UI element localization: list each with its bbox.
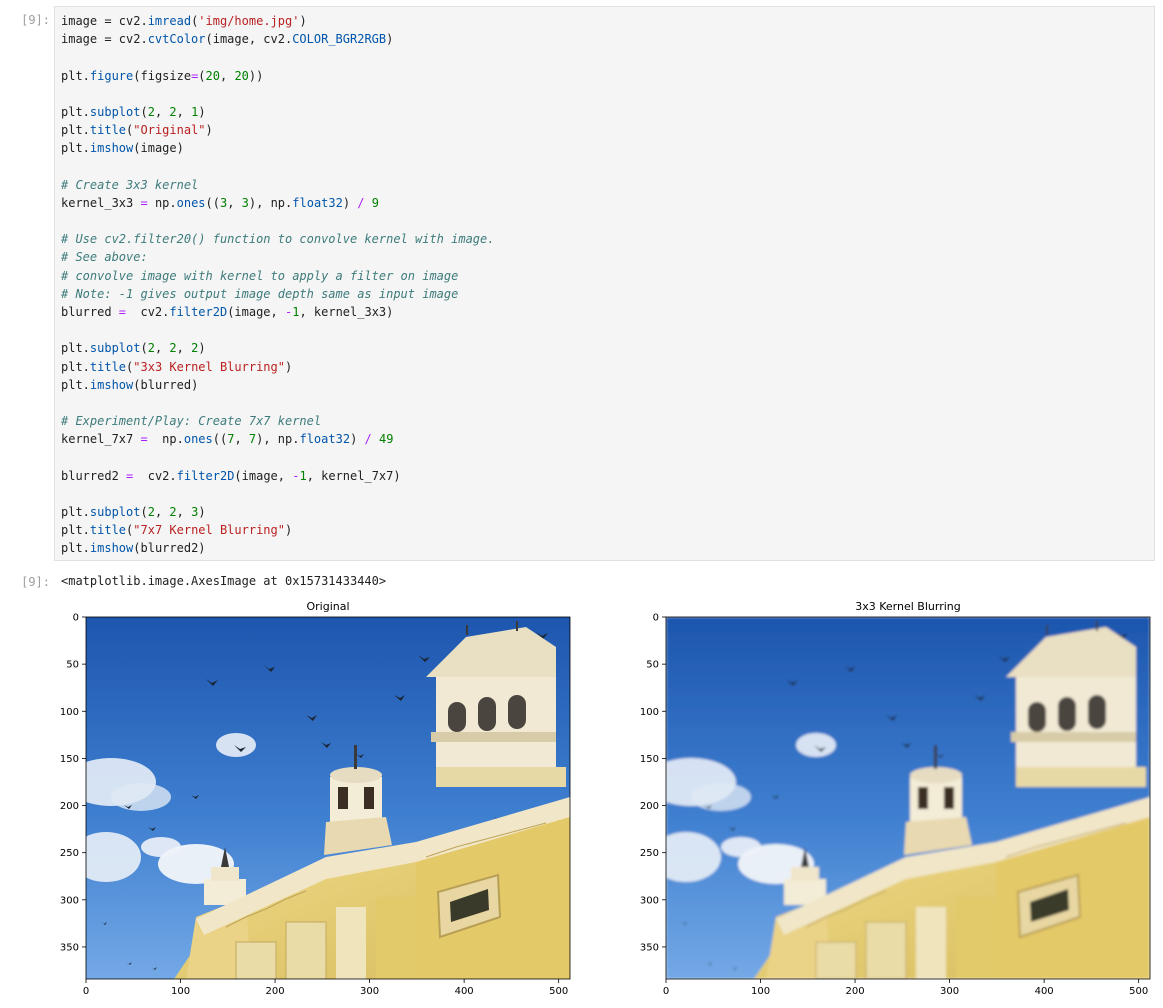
code-line: image = cv2.cvtColor(image, cv2.COLOR_BG… <box>61 32 394 47</box>
y-tick-label: 150 <box>60 754 79 765</box>
y-tick-label: 100 <box>60 707 79 718</box>
axes-0: 0 100 200 300 400 500 0 50 100 150 200 250 300 350 <box>60 613 571 997</box>
y-tick-label: 50 <box>646 660 659 671</box>
y-tick-label: 250 <box>640 848 659 859</box>
photo-image <box>666 617 1150 979</box>
code-line: # convolve image with kernel to apply a … <box>61 268 459 283</box>
code-line: plt.subplot(2, 2, 3) <box>61 505 206 520</box>
code-line: image = cv2.imread('img/home.jpg') <box>61 14 307 28</box>
y-tick-label: 350 <box>60 942 79 953</box>
code-line: plt.figure(figsize=(20, 20)) <box>61 68 264 83</box>
y-tick-label: 200 <box>640 801 659 812</box>
y-tick-label: 200 <box>60 801 79 812</box>
x-tick-label: 100 <box>751 986 770 997</box>
x-tick-label: 300 <box>940 986 959 997</box>
x-tick-label: 200 <box>846 986 865 997</box>
input-prompt: [9]: <box>21 13 50 27</box>
code-line: blurred = cv2.filter2D(image, -1, kernel… <box>61 305 394 319</box>
code-line: kernel_3x3 = np.ones((3, 3), np.float32)… <box>61 195 379 210</box>
code-line: plt.title("Original") <box>61 123 213 138</box>
code-line: kernel_7x7 = np.ones((7, 7), np.float32)… <box>61 432 394 447</box>
code-line: plt.subplot(2, 2, 2) <box>61 341 206 356</box>
code-line: # Note: -1 gives output image depth same… <box>61 286 459 301</box>
y-tick-label: 300 <box>60 895 79 906</box>
x-tick-label: 0 <box>663 986 669 997</box>
code-line: plt.imshow(image) <box>61 141 184 156</box>
x-tick-label: 200 <box>266 986 285 997</box>
output-text: <matplotlib.image.AxesImage at 0x1573143… <box>61 574 387 588</box>
code-line: blurred2 = cv2.filter2D(image, -1, kerne… <box>61 468 401 483</box>
x-tick-label: 100 <box>171 986 190 997</box>
code-line: # See above: <box>61 250 148 265</box>
output-figure: 0 100 200 300 400 5000501001502002503003500 10… <box>60 613 1151 997</box>
y-tick-label: 50 <box>66 660 79 671</box>
x-tick-label: 400 <box>1035 986 1054 997</box>
code-text[interactable]: image = cv2.imread('img/home.jpg') image … <box>61 12 494 558</box>
y-tick-label: 250 <box>60 848 79 859</box>
photo-image <box>86 617 570 979</box>
y-tick-label: 300 <box>640 895 659 906</box>
x-tick-label: 500 <box>1129 986 1148 997</box>
output-prompt: [9]: <box>21 575 50 589</box>
code-cell-editor[interactable]: image = cv2.imread('img/home.jpg') image … <box>54 6 1155 561</box>
code-line: plt.title("3x3 Kernel Blurring") <box>61 359 293 374</box>
y-tick-label: 100 <box>640 707 659 718</box>
y-tick-label: 0 <box>73 613 79 624</box>
x-tick-label: 500 <box>549 986 568 997</box>
y-tick-label: 0 <box>653 613 659 624</box>
y-tick-label: 150 <box>640 754 659 765</box>
x-tick-label: 400 <box>455 986 474 997</box>
code-line: plt.title("7x7 Kernel Blurring") <box>61 523 293 538</box>
code-line: # Use cv2.filter20() function to convolv… <box>61 232 495 247</box>
code-line: # Create 3x3 kernel <box>61 177 199 192</box>
code-line: # Experiment/Play: Create 7x7 kernel <box>61 414 322 429</box>
axes-1: 0 100 200 300 400 500 0 50 100 150 200 250 300 350 <box>640 613 1151 997</box>
x-tick-label: 0 <box>83 986 89 997</box>
code-line: plt.imshow(blurred2) <box>61 541 206 556</box>
code-line: plt.subplot(2, 2, 1) <box>61 104 206 119</box>
code-line: plt.imshow(blurred) <box>61 377 199 392</box>
x-tick-label: 300 <box>360 986 379 997</box>
y-tick-label: 350 <box>640 942 659 953</box>
